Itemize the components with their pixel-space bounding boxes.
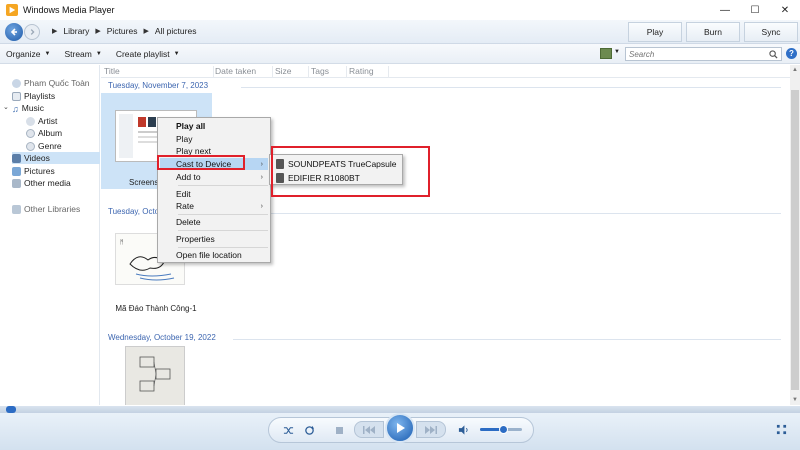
menu-item-open-file-location[interactable]: Open file location	[160, 249, 268, 261]
scroll-up-icon[interactable]: ▲	[790, 65, 800, 75]
seek-bar[interactable]	[0, 406, 800, 413]
group-header: Tuesday, November 7, 2023	[108, 81, 209, 90]
item-caption: Mã Đáo Thành Công-1	[115, 304, 197, 313]
minimize-button[interactable]: —	[710, 0, 740, 20]
highlight-annotation-box	[157, 155, 245, 170]
sidebar-item-videos[interactable]: Videos	[12, 152, 100, 164]
search-icon[interactable]	[769, 49, 778, 59]
scroll-thumb[interactable]	[791, 90, 799, 390]
other-media-icon	[12, 178, 21, 188]
svg-text:ᛗ: ᛗ	[120, 239, 124, 246]
navigation-bar: ▶ Library ▶ Pictures ▶ All pictures Play…	[0, 20, 800, 44]
shuffle-icon[interactable]	[281, 423, 295, 437]
breadcrumb-library[interactable]: Library	[63, 26, 89, 36]
column-headers: Title Date taken Size Tags Rating	[101, 65, 790, 78]
menu-item-play[interactable]: Play	[160, 133, 268, 145]
search-field[interactable]	[625, 47, 782, 61]
menu-item-add-to[interactable]: Add to ›	[160, 171, 268, 183]
toolbar: Organize▼ Stream▼ Create playlist▼ ▼ ?	[0, 44, 800, 64]
highlight-annotation-box	[271, 146, 430, 197]
submenu-arrow-icon: ›	[260, 202, 263, 210]
view-options-caret[interactable]: ▼	[614, 49, 620, 55]
breadcrumb-pictures[interactable]: Pictures	[107, 26, 138, 36]
menu-item-play-all[interactable]: Play all	[160, 120, 268, 132]
music-expander-icon[interactable]: ⌄	[3, 103, 9, 111]
column-date-taken[interactable]: Date taken	[215, 66, 273, 78]
column-rating[interactable]: Rating	[349, 66, 389, 78]
group-header: Wednesday, October 19, 2022	[108, 333, 216, 342]
sidebar-item-album[interactable]: Album	[26, 127, 62, 139]
sidebar-item-pictures[interactable]: Pictures	[12, 165, 55, 177]
video-icon	[12, 153, 21, 163]
menu-item-properties[interactable]: Properties	[160, 233, 268, 245]
menu-item-edit[interactable]: Edit	[160, 188, 268, 200]
submenu-arrow-icon: ›	[260, 160, 263, 168]
sidebar-item-user[interactable]: Pham Quốc Toàn	[12, 77, 90, 89]
repeat-icon[interactable]	[302, 423, 316, 437]
column-title[interactable]: Title	[104, 66, 214, 78]
sidebar-item-playlists[interactable]: Playlists	[12, 90, 55, 102]
window-title: Windows Media Player	[23, 5, 115, 15]
close-button[interactable]: ✕	[770, 0, 800, 20]
volume-icon[interactable]	[456, 423, 470, 437]
menu-item-rate[interactable]: Rate ›	[160, 200, 268, 212]
group-header: Tuesday, Octo	[108, 207, 160, 216]
column-size[interactable]: Size	[275, 66, 309, 78]
sidebar-item-music[interactable]: ♫ Music	[12, 102, 44, 114]
previous-icon[interactable]	[354, 421, 384, 438]
artist-icon	[26, 116, 35, 126]
maximize-button[interactable]: ☐	[740, 0, 770, 20]
help-icon[interactable]: ?	[786, 48, 797, 59]
play-icon[interactable]	[385, 413, 415, 443]
search-input[interactable]	[629, 49, 759, 59]
sidebar-item-other-media[interactable]: Other media	[12, 177, 71, 189]
scroll-down-icon[interactable]: ▼	[790, 395, 800, 405]
tab-play[interactable]: Play	[628, 22, 682, 42]
music-note-icon: ♫	[12, 103, 19, 114]
organize-menu[interactable]: Organize ▼	[6, 49, 50, 59]
notebook-thumbnail[interactable]	[125, 346, 185, 405]
wmp-app-icon	[6, 4, 18, 16]
tab-sync[interactable]: Sync	[744, 22, 798, 42]
next-icon[interactable]	[416, 421, 446, 438]
network-library-icon	[12, 204, 21, 214]
submenu-arrow-icon: ›	[260, 173, 263, 181]
sidebar-item-other-libraries[interactable]: Other Libraries	[12, 203, 80, 215]
back-icon[interactable]	[5, 23, 23, 41]
genre-icon	[26, 141, 35, 151]
sidebar-item-artist[interactable]: Artist	[26, 115, 57, 127]
switch-to-now-playing-icon[interactable]	[774, 422, 788, 436]
tab-burn[interactable]: Burn	[686, 22, 740, 42]
seek-handle[interactable]	[6, 406, 16, 413]
album-icon	[26, 128, 35, 138]
title-bar: Windows Media Player — ☐ ✕	[0, 0, 800, 20]
sidebar-item-genre[interactable]: Genre	[26, 140, 62, 152]
create-playlist-menu[interactable]: Create playlist ▼	[116, 49, 180, 59]
context-menu: Play all Play Play next Cast to Device ›…	[157, 117, 271, 263]
breadcrumb-all-pictures[interactable]: All pictures	[155, 26, 197, 36]
navigation-pane: Pham Quốc Toàn Playlists ⌄ ♫ Music Artis…	[0, 65, 100, 405]
switch-view-icon[interactable]	[600, 48, 612, 59]
playlist-icon	[12, 91, 21, 101]
vertical-scrollbar[interactable]: ▲ ▼	[790, 65, 800, 405]
user-icon	[12, 78, 21, 88]
column-tags[interactable]: Tags	[311, 66, 347, 78]
forward-icon[interactable]	[24, 24, 40, 40]
menu-item-delete[interactable]: Delete	[160, 216, 268, 228]
picture-icon	[12, 166, 21, 176]
stop-icon[interactable]	[332, 423, 346, 437]
breadcrumb: ▶ Library ▶ Pictures ▶ All pictures	[52, 26, 197, 36]
stream-menu[interactable]: Stream ▼	[64, 49, 101, 59]
